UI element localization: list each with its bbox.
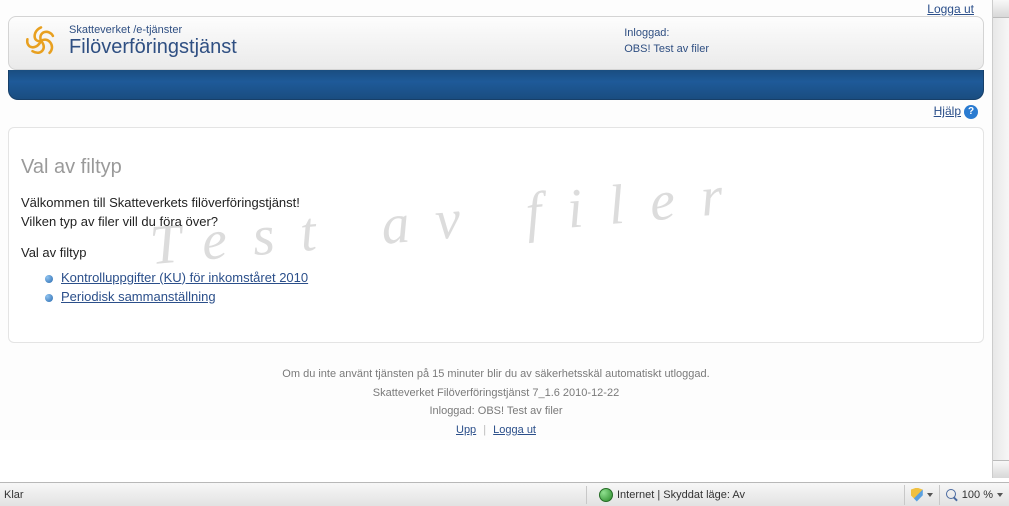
- login-label: Inloggad:: [624, 25, 709, 42]
- brand-subtitle: Skatteverket /e-tjänster: [69, 24, 237, 36]
- content-panel: Test av filer Val av filtyp Välkommen ti…: [8, 127, 984, 343]
- brand-text: Skatteverket /e-tjänster Filöverföringst…: [69, 24, 237, 59]
- chevron-down-icon: [927, 493, 933, 497]
- list-item: Periodisk sammanställning: [45, 289, 971, 304]
- skatteverket-logo-icon: [23, 23, 59, 59]
- welcome-text: Välkommen till Skatteverkets filöverföri…: [21, 195, 971, 210]
- globe-icon: [599, 488, 613, 502]
- footer-separator: |: [483, 424, 486, 436]
- login-info: Inloggad: OBS! Test av filer: [624, 25, 969, 58]
- header-bar: Skatteverket /e-tjänster Filöverföringst…: [8, 16, 984, 70]
- filetype-link-periodisk[interactable]: Periodisk sammanställning: [61, 289, 216, 304]
- vertical-scrollbar[interactable]: [992, 0, 1009, 478]
- nav-bar: [8, 70, 984, 100]
- shield-icon: [911, 488, 923, 502]
- security-zone[interactable]: Internet | Skyddat läge: Av: [593, 488, 751, 502]
- footer-version: Skatteverket Filöverföringstjänst 7_1.6 …: [0, 384, 992, 403]
- brand-title: Filöverföringstjänst: [69, 36, 237, 59]
- zoom-value: 100 %: [962, 489, 993, 501]
- page-title: Val av filtyp: [21, 156, 971, 179]
- footer: Om du inte använt tjänsten på 15 minuter…: [0, 365, 992, 440]
- filetype-link-ku[interactable]: Kontrolluppgifter (KU) för inkomståret 2…: [61, 270, 308, 285]
- footer-timeout: Om du inte använt tjänsten på 15 minuter…: [0, 365, 992, 384]
- zoom-control[interactable]: 100 %: [939, 485, 1009, 505]
- logout-bar: Logga ut: [0, 0, 992, 16]
- status-left: Klar: [0, 489, 580, 501]
- subhead: Val av filtyp: [21, 245, 971, 260]
- protected-mode-button[interactable]: [904, 485, 939, 505]
- help-icon[interactable]: ?: [964, 105, 978, 119]
- footer-logged: Inloggad: OBS! Test av filer: [0, 402, 992, 421]
- help-row: Hjälp?: [0, 104, 978, 119]
- filetype-list: Kontrolluppgifter (KU) för inkomståret 2…: [45, 270, 971, 304]
- login-value: OBS! Test av filer: [624, 41, 709, 58]
- footer-up-link[interactable]: Upp: [456, 424, 476, 436]
- chevron-down-icon: [997, 493, 1003, 497]
- question-text: Vilken typ av filer vill du föra över?: [21, 214, 971, 229]
- divider: [586, 486, 587, 504]
- magnifier-icon: [946, 489, 958, 501]
- zone-text: Internet | Skyddat läge: Av: [617, 489, 745, 501]
- footer-logout-link[interactable]: Logga ut: [493, 424, 536, 436]
- help-link[interactable]: Hjälp: [934, 104, 961, 118]
- browser-statusbar: Klar Internet | Skyddat läge: Av 100 %: [0, 482, 1009, 506]
- list-item: Kontrolluppgifter (KU) för inkomståret 2…: [45, 270, 971, 285]
- logout-link-top[interactable]: Logga ut: [927, 2, 974, 16]
